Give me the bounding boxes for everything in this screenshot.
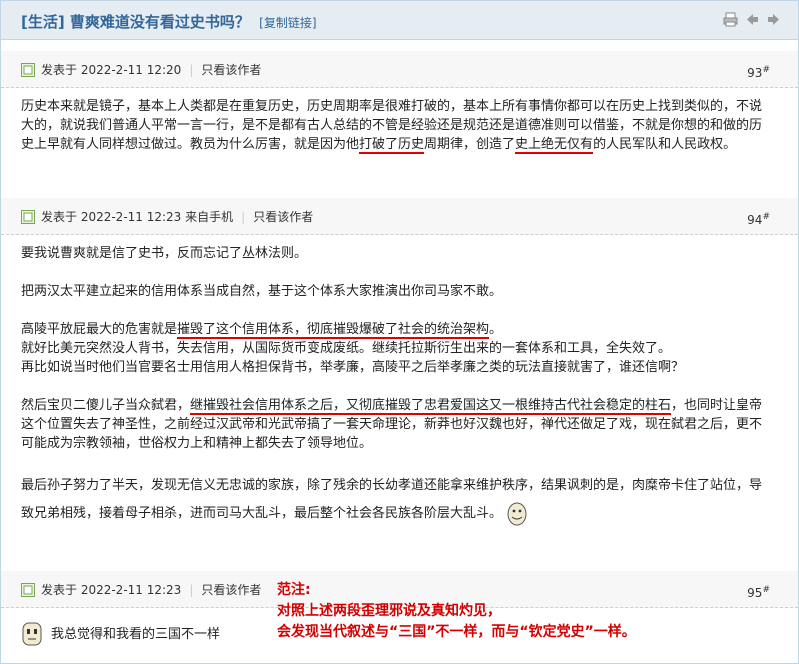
annotation-line: 会发现当代叙述与“三国”不一样，而与“钦定党史”一样。 [277, 624, 636, 640]
floor-number[interactable]: 95# [747, 585, 770, 600]
post-icon [21, 582, 35, 597]
post-meta: 发表于 2022-2-11 12:23 来自手机 [41, 210, 234, 224]
post-header: 发表于 2022-2-11 12:23 来自手机 | 只看该作者 94# [1, 198, 798, 235]
highlight-underline: 继摧毁社会信用体系之后，又彻底摧毁了忠君爱国这又一根维持古代社会稳定的柱石 [190, 398, 672, 415]
paragraph: 就好比美元突然没人背书，失去信用，从国际货币变成废纸。继续托拉斯衍生出来的一套体… [21, 341, 672, 356]
highlight-underline: 摧毁了这个信用体系，彻底摧毁爆破了社会的统治架构 [177, 322, 490, 339]
highlight-underline: 史上绝无仅有 [515, 137, 594, 154]
smiley-emoticon-icon [507, 502, 527, 525]
only-author-link[interactable]: 只看该作者 [201, 581, 261, 598]
previous-icon[interactable] [746, 12, 759, 27]
thread-title-text: [生活] 曹爽难道没有看过史书吗？ [21, 13, 250, 31]
editor-annotation: 范注: 对照上述两段歪理邪说及真知灼见， 会发现当代叙述与“三国”不一样，而与“… [277, 580, 636, 643]
thread-title: [生活] 曹爽难道没有看过史书吗？ [复制链接] [21, 11, 317, 32]
paragraph: 要我说曹爽就是信了史书，反而忘记了丛林法则。 [21, 246, 308, 261]
floor-number[interactable]: 94# [747, 212, 770, 227]
annotation-line: 对照上述两段歪理邪说及真知灼见， [277, 603, 501, 619]
floor-number[interactable]: 93# [747, 65, 770, 80]
paragraph: 高陵平放屁最大的危害就是摧毁了这个信用体系，彻底摧毁爆破了社会的统治架构。 [21, 322, 503, 339]
next-icon[interactable] [767, 12, 780, 27]
post-text: 我总觉得和我看的三国不一样 [51, 626, 221, 642]
post-94: 发表于 2022-2-11 12:23 来自手机 | 只看该作者 94# 要我说… [1, 198, 798, 568]
thread-title-bar: [生活] 曹爽难道没有看过史书吗？ [复制链接] [1, 1, 798, 40]
paragraph: 再比如说当时他们当官要名士用信用人格担保背书，举孝廉，高陵平之后举孝廉之类的玩法… [21, 360, 685, 375]
post-body: 要我说曹爽就是信了史书，反而忘记了丛林法则。 把两汉太平建立起来的信用体系当成自… [21, 244, 771, 528]
post-icon [21, 209, 35, 224]
printer-icon[interactable] [723, 12, 738, 27]
face-emoticon-icon [22, 622, 42, 646]
paragraph: 然后宝贝二傻儿子当众弑君，继摧毁社会信用体系之后，又彻底摧毁了忠君爱国这又一根维… [21, 398, 763, 451]
post-meta: 发表于 2022-2-11 12:23 [41, 583, 182, 597]
annotation-heading: 范注: [277, 582, 311, 598]
highlight-underline: 打破了历史 [359, 137, 425, 154]
post-body: 历史本来就是镜子，基本上人类都是在重复历史，历史周期率是很难打破的，基本上所有事… [21, 99, 763, 154]
post-header: 发表于 2022-2-11 12:20 | 只看该作者 93# [1, 51, 798, 88]
post-93: 发表于 2022-2-11 12:20 | 只看该作者 93# 历史本来就是镜子… [1, 51, 798, 191]
divider: | [189, 62, 194, 77]
paragraph: 最后孙子努力了半天，发现无信义无忠诚的家族，除了残余的长幼孝道还能拿来维护秩序，… [21, 472, 771, 528]
post-icon [21, 62, 35, 77]
copy-link-button[interactable]: [复制链接] [259, 16, 316, 30]
only-author-link[interactable]: 只看该作者 [253, 208, 313, 225]
post-meta: 发表于 2022-2-11 12:20 [41, 63, 182, 77]
thread-toolbar [723, 12, 780, 27]
forum-thread-frame: [生活] 曹爽难道没有看过史书吗？ [复制链接] 发表于 2022-2-11 1… [0, 0, 799, 664]
divider: | [189, 582, 194, 597]
only-author-link[interactable]: 只看该作者 [201, 61, 261, 78]
paragraph: 把两汉太平建立起来的信用体系当成自然，基于这个体系大家推演出你司马家不敢。 [21, 284, 503, 299]
divider: | [241, 209, 246, 224]
